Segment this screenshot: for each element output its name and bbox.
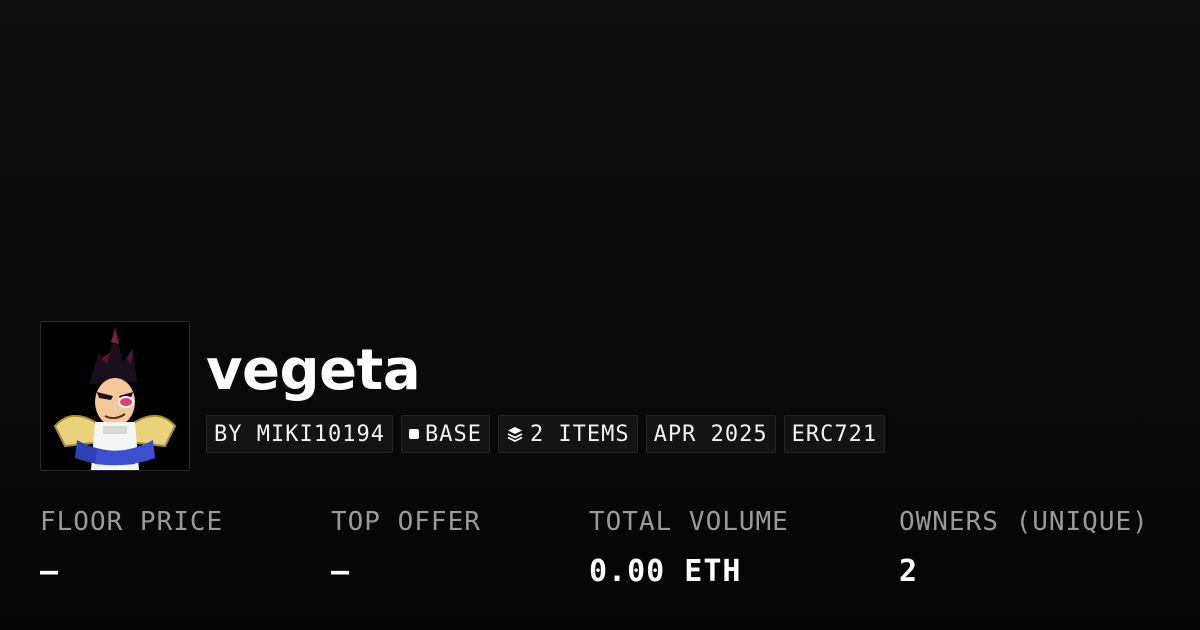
square-icon [408,429,419,439]
stat-value: 0.00 ETH [589,554,742,589]
stat-owners: OWNERS (UNIQUE) 2 [899,504,1149,590]
stat-total-volume: TOTAL VOLUME 0.00 ETH [589,504,789,590]
creator-tag[interactable]: BY MIKI10194 [206,415,393,453]
layers-icon [506,425,524,443]
standard-tag: ERC721 [783,415,886,453]
date-label: APR 2025 [653,421,768,447]
standard-label: ERC721 [791,421,878,447]
collection-tags: BY MIKI10194 BASE 2 ITEMS APR 2025 ERC72… [206,415,886,453]
stat-value: – [331,554,351,589]
stat-value: – [40,554,60,589]
stat-label: TOTAL VOLUME [589,507,789,537]
items-tag: 2 ITEMS [497,415,638,453]
date-tag: APR 2025 [645,415,776,453]
stat-value: 2 [899,554,919,589]
stat-floor-price: FLOOR PRICE – [40,504,223,590]
stat-label: OWNERS (UNIQUE) [899,507,1149,537]
chain-label: BASE [424,421,482,447]
creator-label: BY MIKI10194 [214,421,385,447]
items-label: 2 ITEMS [529,421,630,447]
chain-tag[interactable]: BASE [400,415,490,453]
collection-title: vegeta [206,338,421,403]
stat-label: FLOOR PRICE [40,507,224,537]
stat-top-offer: TOP OFFER – [331,504,481,590]
collection-avatar [40,321,190,471]
vegeta-portrait-image [41,322,189,470]
stat-label: TOP OFFER [331,507,481,537]
